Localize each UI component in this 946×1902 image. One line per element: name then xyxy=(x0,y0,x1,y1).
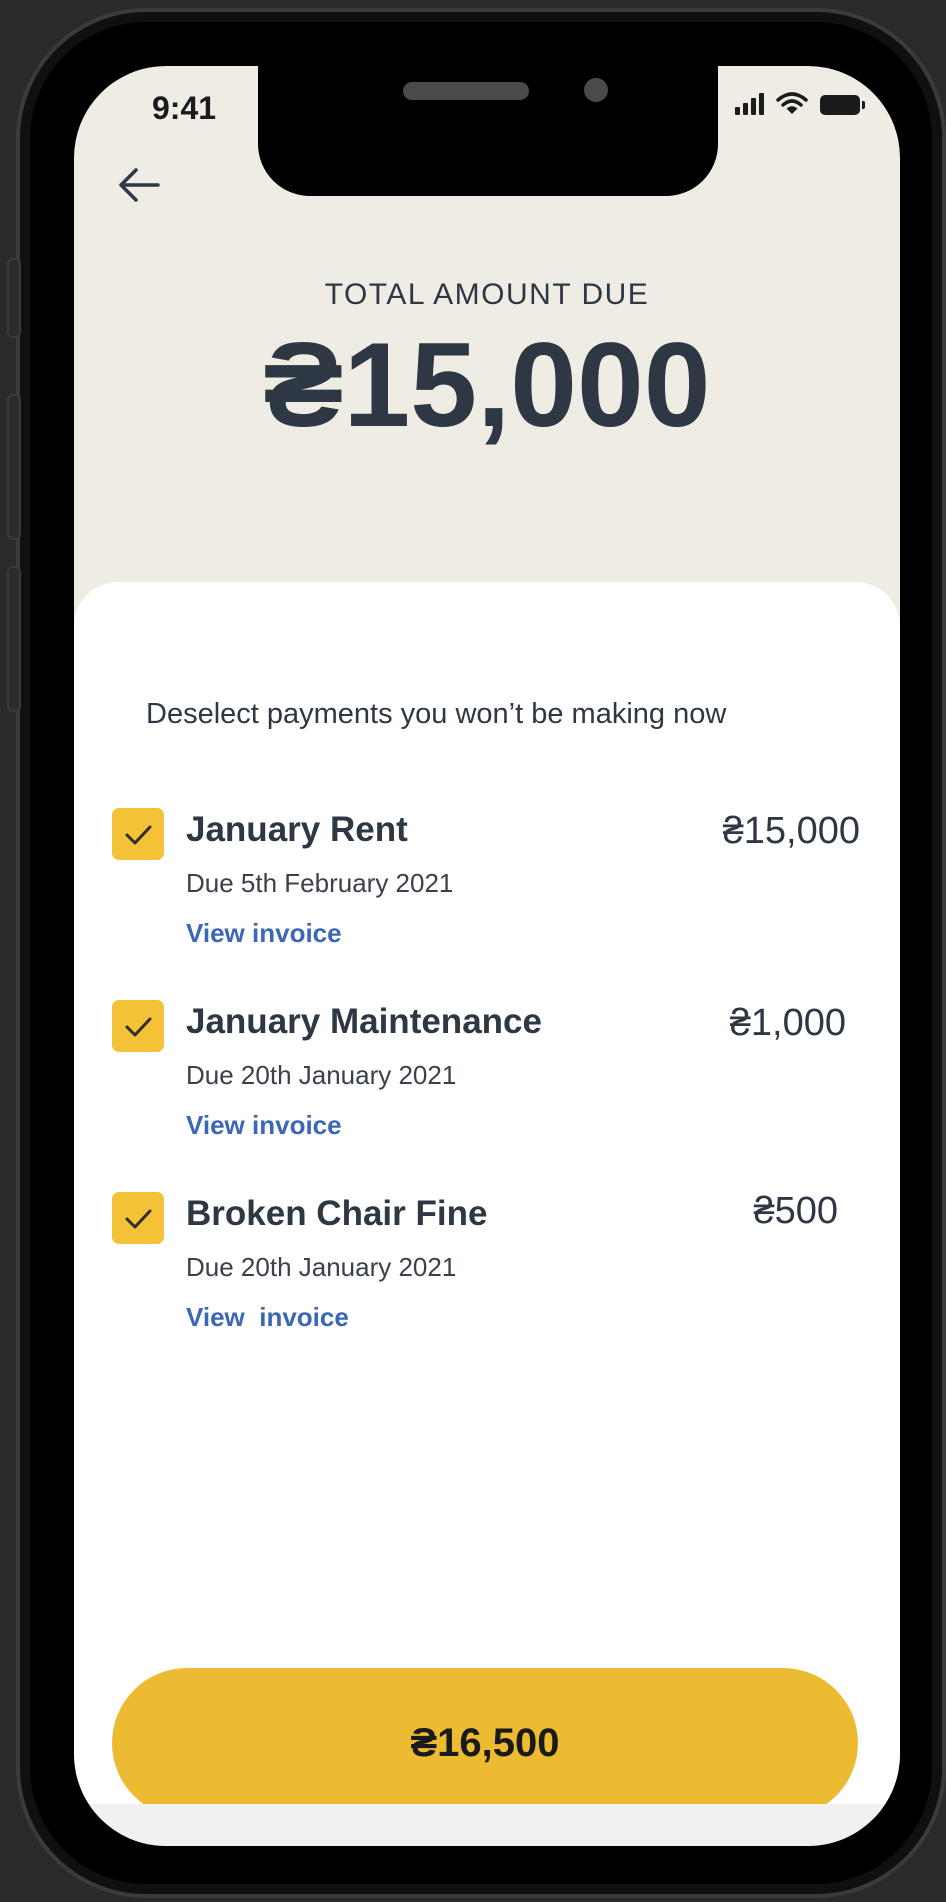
status-icons xyxy=(735,91,865,115)
home-indicator-area xyxy=(74,1804,900,1846)
payment-amount: ₴1,000 xyxy=(729,1002,846,1044)
wifi-icon xyxy=(776,92,808,114)
payment-due-date: Due 5th February 2021 xyxy=(186,868,454,898)
payment-title: January Rent xyxy=(186,810,408,849)
pay-button[interactable]: ₴16,500 xyxy=(112,1668,858,1818)
front-camera xyxy=(584,78,608,102)
total-amount-label: TOTAL AMOUNT DUE xyxy=(324,278,650,311)
total-amount-value: ₴15,000 xyxy=(263,318,711,452)
checkmark-icon xyxy=(125,1017,152,1037)
volume-down-button xyxy=(7,566,21,712)
payment-amount: ₴500 xyxy=(753,1190,838,1232)
checkmark-icon xyxy=(125,1209,152,1229)
speaker xyxy=(403,82,529,100)
status-time: 9:41 xyxy=(152,90,217,126)
checkmark-icon xyxy=(125,825,152,845)
view-invoice-link[interactable]: View invoice xyxy=(186,918,342,949)
payment-due-date: Due 20th January 2021 xyxy=(186,1252,457,1282)
notch xyxy=(258,66,718,196)
payment-item-january-rent: January Rent Due 5th February 2021 View … xyxy=(74,802,900,962)
battery-icon xyxy=(820,95,865,115)
phone-screen: 9:41 TOTAL AMOUNT DUE ₴15,000 Deselect p… xyxy=(74,66,900,1846)
deselect-instruction: Deselect payments you won’t be making no… xyxy=(146,698,727,730)
mute-switch xyxy=(7,258,21,338)
arrow-left-icon[interactable] xyxy=(114,162,164,208)
view-invoice-link[interactable]: View invoice xyxy=(186,1302,349,1333)
payment-checkbox[interactable] xyxy=(112,1192,164,1244)
payment-title: Broken Chair Fine xyxy=(186,1194,488,1233)
payment-title: January Maintenance xyxy=(186,1002,542,1041)
payment-due-date: Due 20th January 2021 xyxy=(186,1060,457,1090)
payment-item-january-maintenance: January Maintenance Due 20th January 202… xyxy=(74,994,900,1154)
payment-checkbox[interactable] xyxy=(112,1000,164,1052)
view-invoice-link[interactable]: View invoice xyxy=(186,1110,342,1141)
payment-amount: ₴15,000 xyxy=(722,810,860,852)
volume-up-button xyxy=(7,394,21,540)
payments-sheet: Deselect payments you won’t be making no… xyxy=(74,582,900,1818)
payment-checkbox[interactable] xyxy=(112,808,164,860)
payment-item-broken-chair-fine: Broken Chair Fine Due 20th January 2021 … xyxy=(74,1186,900,1346)
signal-icon xyxy=(735,93,764,115)
